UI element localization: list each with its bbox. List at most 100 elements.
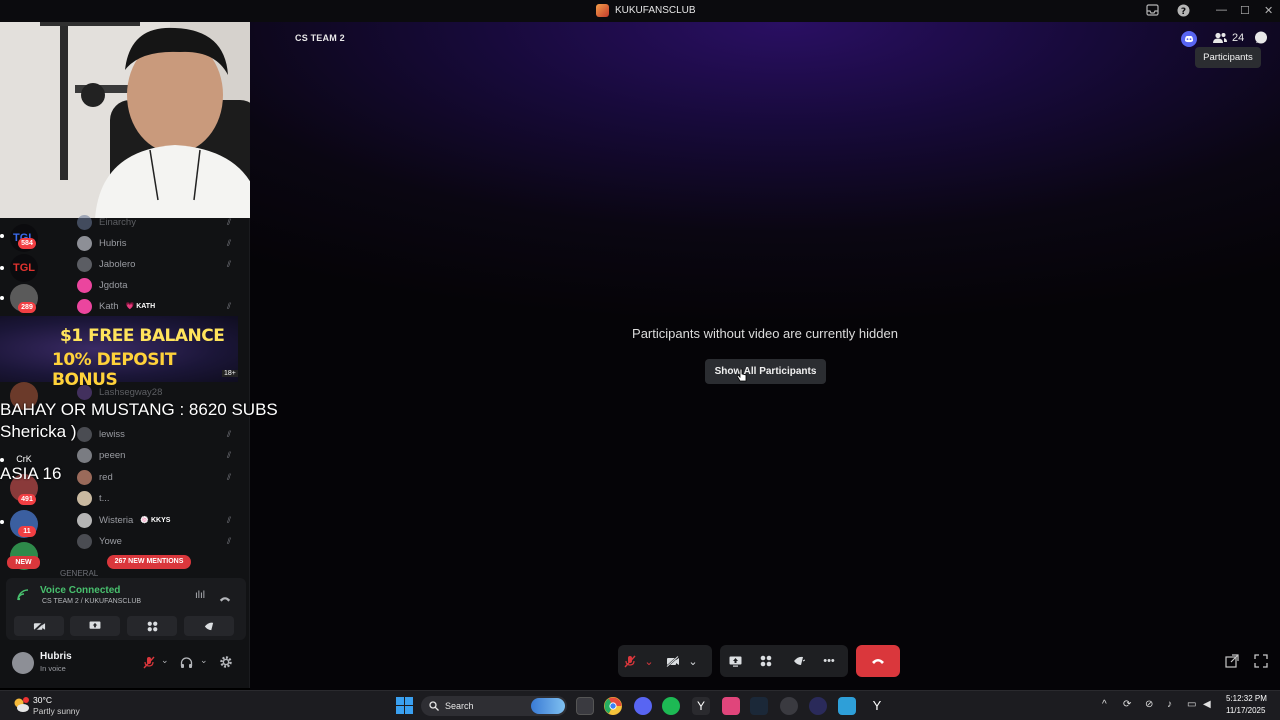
- list-item[interactable]: Kath 💗 KATH: [77, 298, 155, 314]
- mic-off-icon: [624, 655, 636, 667]
- screen-share-button[interactable]: [70, 616, 120, 636]
- disconnect-button[interactable]: [856, 645, 900, 677]
- mute-toggle[interactable]: [618, 645, 642, 677]
- member-name: Kath: [99, 300, 119, 312]
- help-icon[interactable]: ?: [1177, 4, 1190, 20]
- clock-time[interactable]: 5:12:32 PM: [1226, 694, 1267, 703]
- member-name: Einarchy: [99, 216, 136, 228]
- muted-icon: ⫽: [227, 429, 232, 439]
- activities-button[interactable]: [750, 645, 782, 677]
- list-item[interactable]: t...: [77, 490, 110, 506]
- unread-dot: [0, 296, 4, 300]
- show-all-participants-button[interactable]: Show All Participants: [705, 359, 826, 384]
- list-item[interactable]: Wisteria 🍥 KKYS: [77, 512, 170, 528]
- new-badge[interactable]: NEW: [7, 556, 40, 569]
- server-badge: 584: [18, 238, 36, 249]
- chrome-icon[interactable]: [604, 697, 622, 715]
- gear-icon[interactable]: [219, 655, 233, 674]
- ad-line-1: $1 FREE BALANCE: [60, 326, 225, 346]
- inbox-icon[interactable]: [1146, 4, 1159, 19]
- voice-channel-path[interactable]: CS TEAM 2 / KUKUFANSCLUB: [42, 598, 141, 605]
- server-badge: 491: [18, 494, 36, 505]
- voice-connection-panel: Voice Connected CS TEAM 2 / KUKUFANSCLUB…: [6, 578, 246, 640]
- active-app-icon[interactable]: [722, 697, 740, 715]
- minimize-button[interactable]: —: [1216, 4, 1227, 16]
- voice-connected-label[interactable]: Voice Connected: [40, 585, 120, 596]
- new-mentions-button[interactable]: 267 NEW MENTIONS: [107, 555, 191, 569]
- audio-options-chevron-icon[interactable]: ⌄: [200, 655, 208, 666]
- user-panel: Hubris In voice ⌄ ⌄: [6, 646, 246, 682]
- member-name: peeen: [99, 449, 126, 461]
- notepad-icon[interactable]: [838, 697, 856, 715]
- screen-share-button[interactable]: [720, 645, 750, 677]
- list-item[interactable]: lewiss: [77, 426, 125, 442]
- steam-icon[interactable]: [750, 697, 768, 715]
- muted-icon: ⫽: [227, 450, 232, 460]
- user-status: In voice: [40, 664, 66, 673]
- list-item[interactable]: Yowe: [77, 533, 122, 549]
- discord-taskbar-icon[interactable]: [634, 697, 652, 715]
- mic-off-icon[interactable]: [143, 656, 155, 674]
- windows-start-icon[interactable]: [396, 697, 413, 719]
- tray-wifi-off-icon[interactable]: ⊘: [1145, 699, 1153, 710]
- disconnect-icon[interactable]: [219, 590, 231, 608]
- chat-bubble-icon[interactable]: [1254, 31, 1268, 45]
- list-item[interactable]: peeen: [77, 447, 125, 463]
- camera-toggle[interactable]: [660, 645, 686, 677]
- tray-mic-icon[interactable]: ♪: [1167, 699, 1172, 710]
- list-item[interactable]: Hubris: [77, 235, 126, 251]
- participants-button[interactable]: 24: [1212, 29, 1244, 47]
- avatar: [77, 533, 92, 549]
- member-name: red: [99, 471, 113, 483]
- spotify-icon[interactable]: [662, 697, 680, 715]
- activities-button[interactable]: [127, 616, 177, 636]
- mic-options-chevron-icon[interactable]: ⌄: [642, 645, 656, 677]
- camera-button[interactable]: [14, 616, 64, 636]
- weather-temperature[interactable]: 30°C: [33, 695, 52, 705]
- tray-network-icon[interactable]: ▭: [1187, 699, 1196, 710]
- camera-options-chevron-icon[interactable]: ⌄: [686, 645, 700, 677]
- maximize-button[interactable]: ☐: [1240, 4, 1250, 17]
- server-icon-tgl-red[interactable]: TGL: [10, 254, 38, 282]
- more-options-icon[interactable]: •••: [814, 645, 844, 677]
- close-button[interactable]: ✕: [1264, 4, 1273, 17]
- app-icon[interactable]: [809, 697, 827, 715]
- soundboard-button[interactable]: [184, 616, 234, 636]
- noise-suppression-icon[interactable]: ılıl: [195, 590, 205, 601]
- signal-icon[interactable]: [17, 588, 29, 606]
- channel-category-general[interactable]: GENERAL: [60, 569, 98, 578]
- task-view-icon[interactable]: [576, 697, 594, 715]
- weather-description[interactable]: Partly sunny: [33, 706, 80, 716]
- tray-volume-icon[interactable]: ◀: [1203, 699, 1211, 710]
- clock-date[interactable]: 11/17/2025: [1226, 706, 1265, 715]
- app-y-icon[interactable]: Y: [868, 697, 886, 715]
- camera-off-icon: [666, 655, 679, 667]
- tray-chevron-icon[interactable]: ^: [1102, 699, 1107, 710]
- channel-name: CS TEAM 2: [295, 33, 345, 43]
- member-name: lewiss: [99, 428, 125, 440]
- app-y-icon[interactable]: Y: [692, 697, 710, 715]
- app-icon[interactable]: [780, 697, 798, 715]
- weather-icon[interactable]: [12, 696, 30, 714]
- avatar[interactable]: [12, 652, 34, 674]
- avatar: [77, 469, 92, 485]
- taskbar-search[interactable]: Search: [421, 696, 567, 716]
- ad-banner[interactable]: $1 FREE BALANCE 10% DEPOSIT BONUS 18+: [0, 316, 238, 390]
- popout-icon[interactable]: [1225, 654, 1239, 668]
- user-name[interactable]: Hubris: [40, 651, 72, 662]
- fullscreen-icon[interactable]: [1254, 654, 1268, 668]
- list-item[interactable]: Einarchy: [77, 214, 136, 230]
- mic-options-chevron-icon[interactable]: ⌄: [161, 655, 169, 666]
- avatar: [77, 277, 92, 293]
- tray-sync-icon[interactable]: ⟳: [1123, 699, 1131, 710]
- headphones-icon[interactable]: [180, 656, 193, 674]
- hidden-participants-message: Participants without video are currently…: [632, 326, 898, 341]
- list-item[interactable]: Jgdota: [77, 277, 128, 293]
- soundboard-icon: [204, 622, 214, 630]
- list-item[interactable]: red: [77, 469, 113, 485]
- muted-icon: ⫽: [227, 515, 232, 525]
- stream-overlay-line-1: BAHAY OR MUSTANG : 8620 SUBS: [0, 400, 278, 419]
- list-item[interactable]: Jabolero: [77, 256, 135, 272]
- search-highlight-icon: [531, 698, 565, 714]
- soundboard-button[interactable]: [782, 645, 814, 677]
